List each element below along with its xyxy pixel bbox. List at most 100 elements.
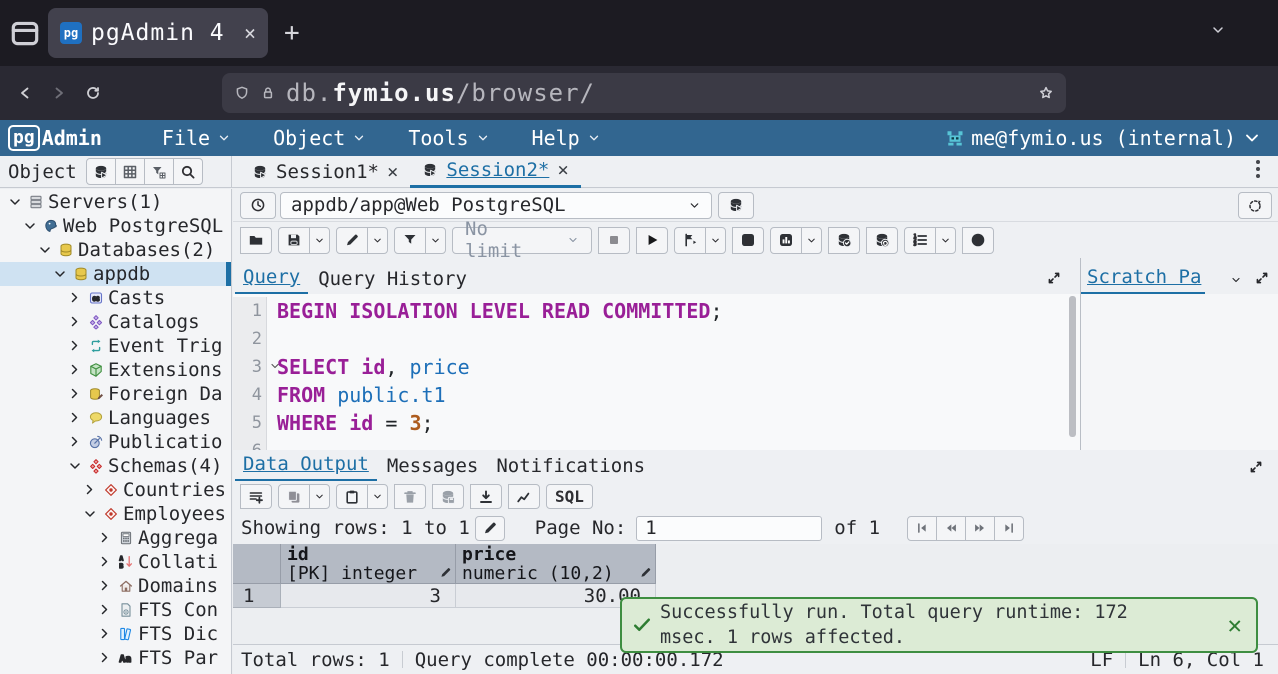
column-header-price[interactable]: pricenumeric (10,2) [456,544,656,584]
editor-scrollbar[interactable] [1069,296,1076,437]
tree-item-countries[interactable]: Countries [0,478,231,502]
edit-range-button[interactable] [475,516,505,541]
editor-line-6[interactable]: 6 [233,437,1080,450]
tree-item-publicatio[interactable]: Publicatio [0,430,231,454]
user-menu[interactable]: me@fymio.us (internal) [945,120,1262,156]
query-tool-button[interactable] [86,158,116,185]
filter-sql-button[interactable]: SQL [546,484,593,509]
chevron-right-icon[interactable] [68,410,82,427]
flag-play-dropdown-button[interactable] [705,227,726,254]
edit-dropdown-button[interactable] [367,227,388,254]
scratch-pad-body[interactable] [1080,294,1278,450]
url-bar[interactable]: db.fymio.us/browser/ [222,73,1066,113]
tab-close-icon[interactable]: × [244,23,256,43]
tree-item-employees[interactable]: Employees [0,502,231,526]
chevron-right-icon[interactable] [98,626,112,643]
chevron-right-icon[interactable] [98,578,112,595]
page-first-button[interactable] [907,516,937,541]
help-button[interactable]: ? [962,227,994,254]
tree-scrollbar-thumb[interactable] [226,262,231,286]
explain-analyze-button[interactable] [770,227,802,254]
tree-item-appdb[interactable]: appdb [0,262,231,286]
tree-item-collati[interactable]: ABCollati [0,550,231,574]
flag-play-button[interactable] [674,227,706,254]
delete-row-button[interactable] [394,484,426,509]
new-connection-button[interactable] [718,192,754,219]
close-icon[interactable]: × [387,161,398,183]
tree-item-extensions[interactable]: Extensions [0,358,231,382]
tree-item-servers-1-[interactable]: Servers(1) [0,190,231,214]
query-history-clock-button[interactable] [240,192,276,219]
editor-line-1[interactable]: 1BEGIN ISOLATION LEVEL READ COMMITTED; [233,297,1080,325]
chevron-down-icon[interactable] [66,459,83,473]
menu-tools[interactable]: Tools [394,120,503,156]
filter-button[interactable] [394,227,426,254]
tab-session1[interactable]: Session1*× [240,156,410,188]
chevron-right-icon[interactable] [68,434,82,451]
sql-editor[interactable]: 1BEGIN ISOLATION LEVEL READ COMMITTED;23… [233,294,1080,450]
chevron-right-icon[interactable] [83,482,97,499]
toast-close-icon[interactable]: ✕ [1228,611,1242,639]
row-limit-select[interactable]: No limit [452,227,592,254]
reload-icon[interactable] [76,76,110,110]
list-tabs-icon[interactable] [1210,22,1226,38]
tree-item-web-postgresql[interactable]: Web PostgreSQL [0,214,231,238]
page-next-button[interactable] [965,516,995,541]
copy-dropdown-button[interactable] [309,484,330,509]
tree-item-fts-con[interactable]: FTS Con [0,598,231,622]
menu-help[interactable]: Help [518,120,615,156]
chart-button[interactable] [508,484,540,509]
chevron-down-icon[interactable] [21,219,38,233]
expand-scratch-pad-icon[interactable] [1254,270,1270,286]
tree-item-event-trig[interactable]: Event Trig [0,334,231,358]
tab-scratch-pad[interactable]: Scratch Pa [1081,266,1205,294]
lock-icon[interactable] [260,85,276,101]
chevron-right-icon[interactable] [68,386,82,403]
add-row-button[interactable] [240,484,272,509]
explain-analyze-dropdown-button[interactable] [801,227,822,254]
tree-item-casts[interactable]: 68Casts [0,286,231,310]
tab-query[interactable]: Query [235,266,308,294]
macro-list-button[interactable]: 123 [904,227,936,254]
save-data-button[interactable] [432,484,464,509]
data-cell-id[interactable]: 3 [281,584,456,608]
shield-icon[interactable] [234,85,250,101]
tree-item-databases-2-[interactable]: Databases(2) [0,238,231,262]
tree-item-languages[interactable]: Languages [0,406,231,430]
tree-item-aggrega[interactable]: Aggrega [0,526,231,550]
tree-item-domains[interactable]: Domains [0,574,231,598]
commit-button[interactable] [828,227,860,254]
copy-button[interactable] [278,484,310,509]
new-tab-button[interactable]: + [284,18,300,48]
tree-item-partial[interactable] [0,670,231,674]
forward-icon[interactable] [42,76,76,110]
connection-select[interactable]: appdb/app@Web PostgreSQL [280,192,712,219]
filter-dropdown-button[interactable] [425,227,446,254]
play-button[interactable] [636,227,668,254]
tree-item-fts-dic[interactable]: FTS Dic [0,622,231,646]
paste-dropdown-button[interactable] [367,484,388,509]
tree-item-schemas-4-[interactable]: Schemas(4) [0,454,231,478]
save-button[interactable] [278,227,310,254]
firefox-view-icon[interactable] [8,16,42,50]
row-number-cell[interactable]: 1 [233,584,281,608]
back-icon[interactable] [8,76,42,110]
grid-corner-cell[interactable] [233,544,281,584]
editor-line-5[interactable]: 5WHERE id = 3; [233,409,1080,437]
tab-messages[interactable]: Messages [379,455,487,481]
chevron-right-icon[interactable] [68,362,82,379]
chevron-right-icon[interactable] [68,314,82,331]
chevron-right-icon[interactable] [98,602,112,619]
edit-column-icon[interactable] [439,566,452,579]
tab-notifications[interactable]: Notifications [488,455,653,481]
chevron-down-icon[interactable] [6,195,23,209]
chevron-right-icon[interactable] [98,650,112,667]
expand-editor-icon[interactable] [1046,270,1062,286]
tab-session2[interactable]: Session2*× [410,156,580,188]
column-header-id[interactable]: id[PK] integer [281,544,456,584]
tree-item-catalogs[interactable]: Catalogs [0,310,231,334]
expand-output-icon[interactable] [1248,459,1264,475]
page-last-button[interactable] [994,516,1024,541]
page-prev-button[interactable] [936,516,966,541]
open-file-button[interactable] [240,227,272,254]
